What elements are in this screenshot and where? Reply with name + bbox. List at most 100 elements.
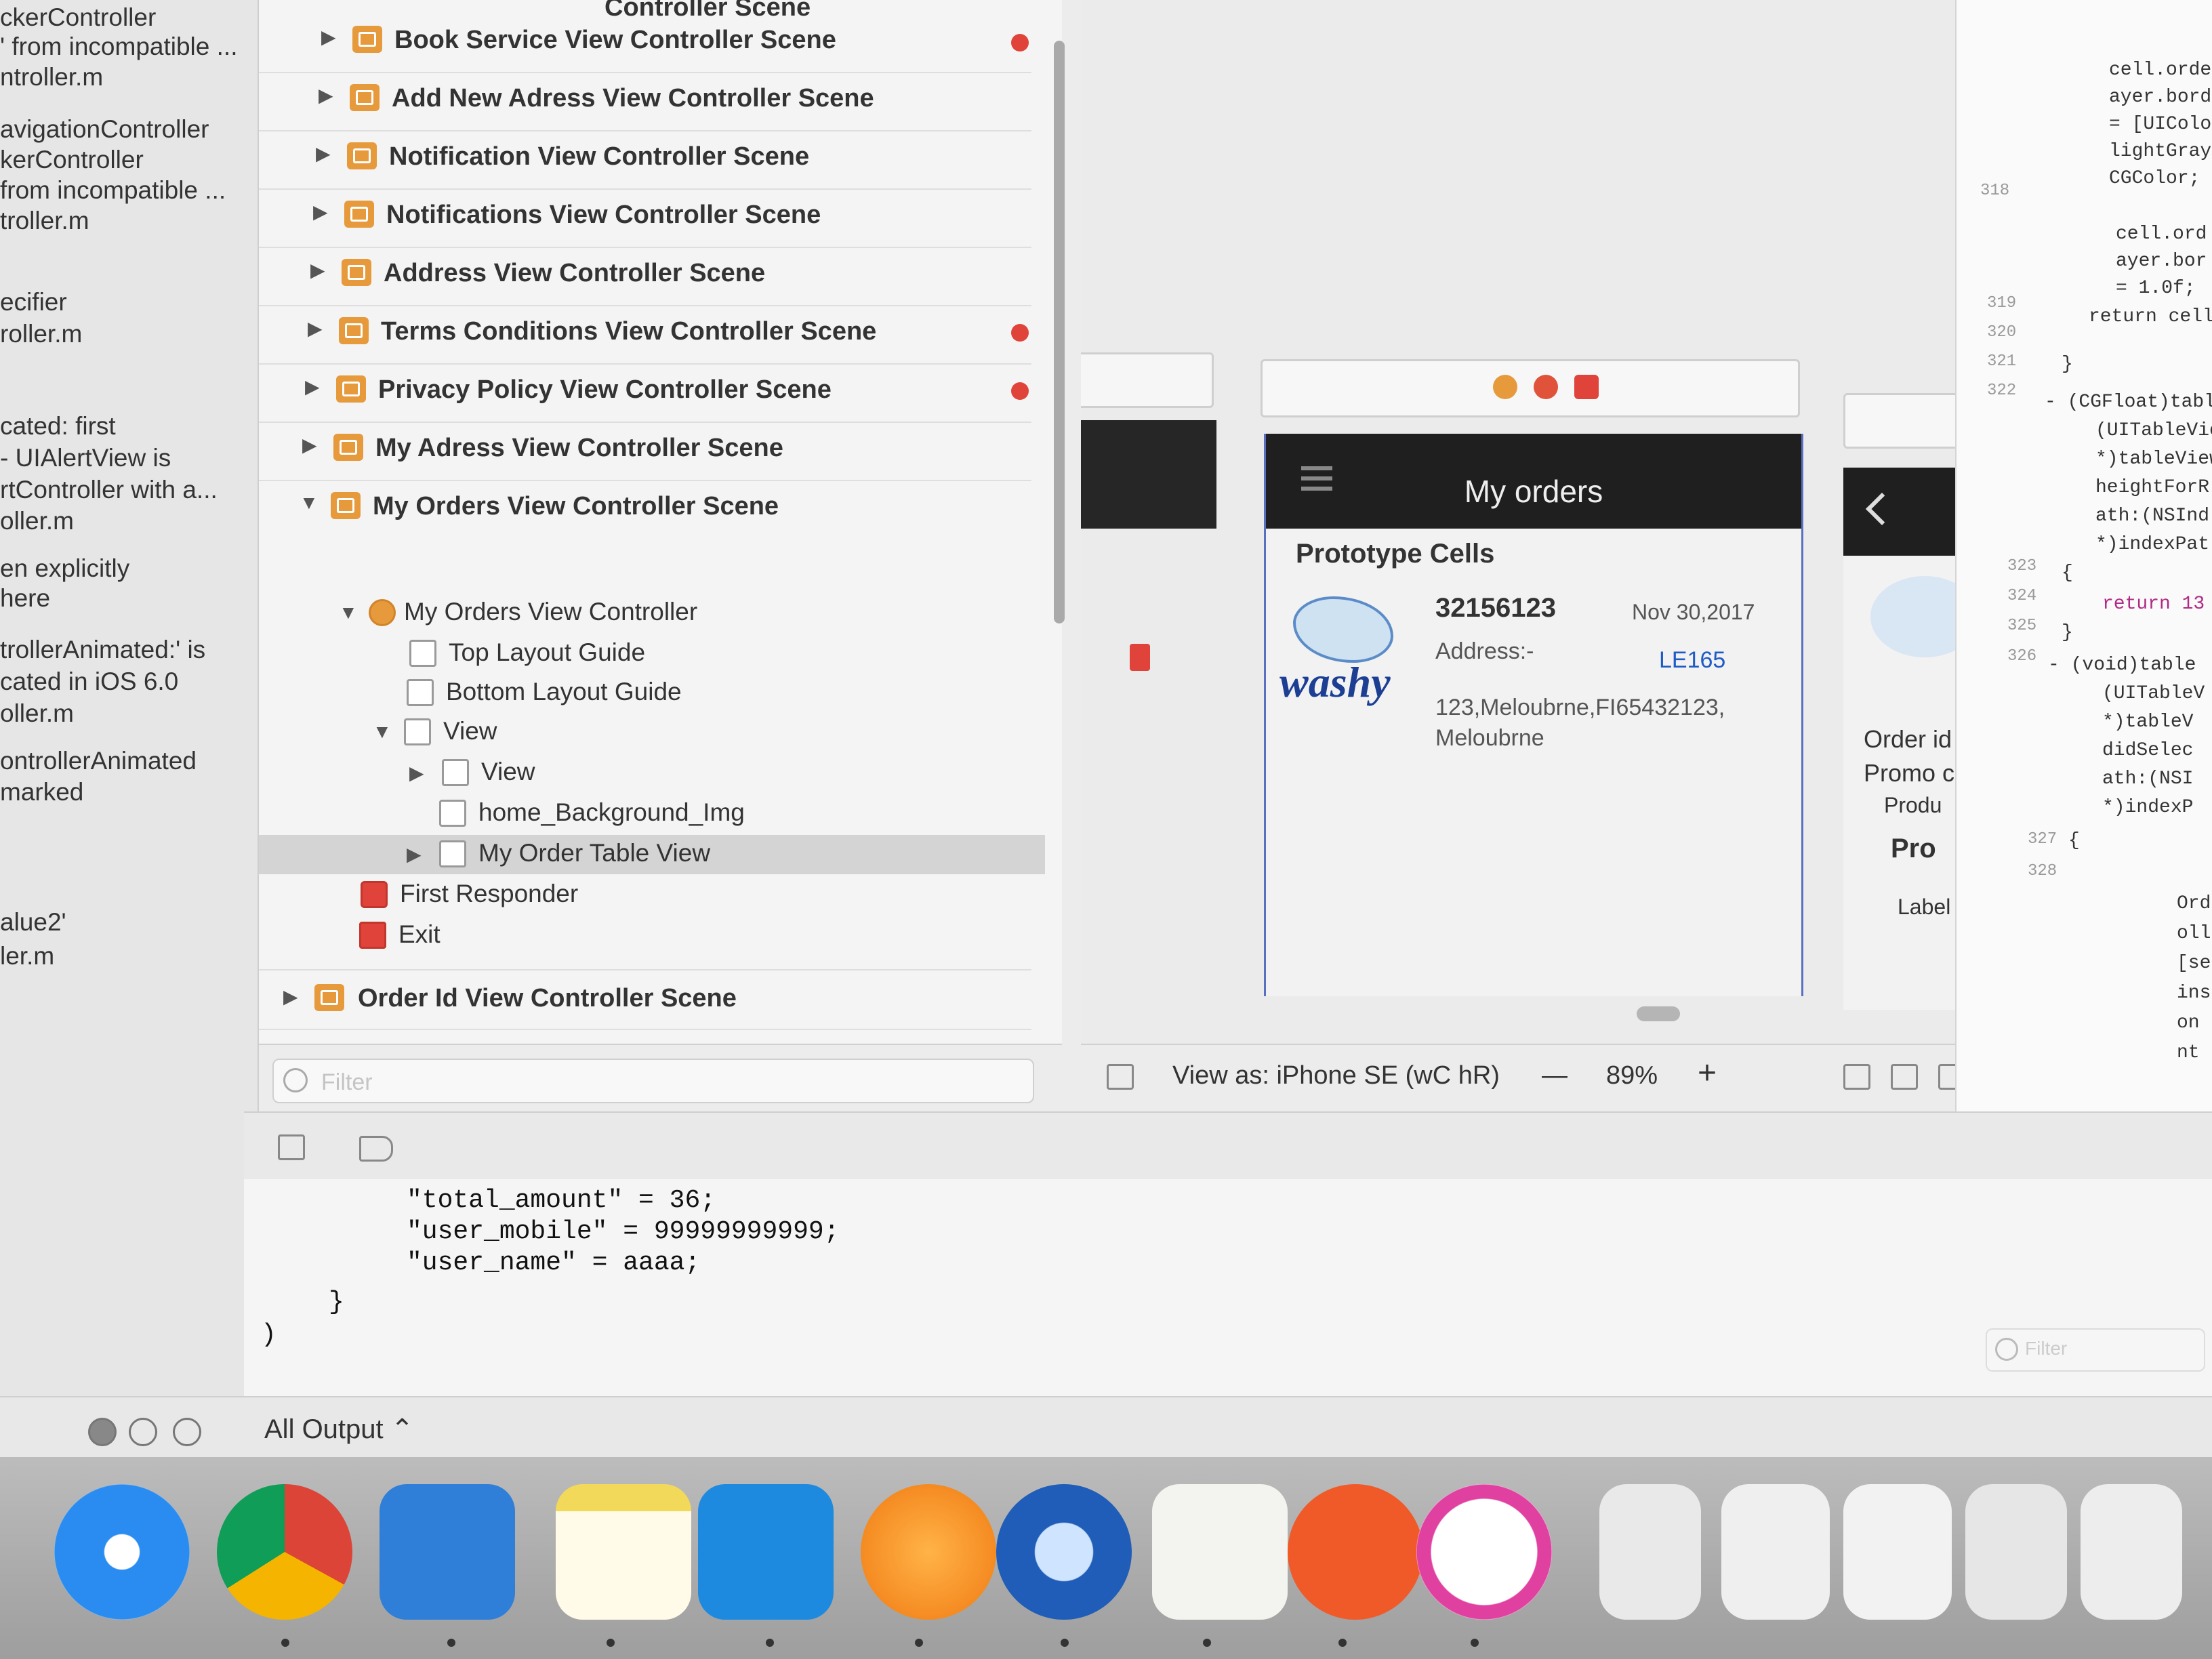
history-icon[interactable]: [129, 1418, 157, 1446]
issue-text[interactable]: rtController with a...: [0, 476, 218, 504]
embed-stack-icon[interactable]: [1843, 1064, 1870, 1090]
disclosure-triangle-icon[interactable]: ▶: [310, 259, 325, 281]
issue-text[interactable]: alue2': [0, 908, 66, 937]
issue-file[interactable]: roller.m: [0, 320, 82, 348]
issue-file[interactable]: oller.m: [0, 699, 74, 728]
issue-file[interactable]: oller.m: [0, 507, 74, 535]
disclosure-triangle-icon[interactable]: ▶: [305, 375, 320, 398]
notes-icon[interactable]: [556, 1484, 691, 1620]
minimized-window-thumbnail[interactable]: [1965, 1484, 2067, 1620]
my-orders-scene[interactable]: My orders Prototype Cells washy 32156123…: [1264, 434, 1803, 996]
issue-text[interactable]: cated: first: [0, 412, 116, 441]
prototype-cells-label: Prototype Cells: [1296, 539, 1495, 569]
issue-file[interactable]: ler.m: [0, 942, 54, 970]
minimized-window-thumbnail[interactable]: [2081, 1484, 2182, 1620]
disclosure-triangle-icon[interactable]: ▶: [409, 762, 424, 784]
disclosure-triangle-icon[interactable]: ▶: [283, 985, 298, 1008]
disclosure-triangle-icon[interactable]: ▶: [407, 843, 422, 865]
xcode-icon[interactable]: [698, 1484, 834, 1620]
chrome-icon[interactable]: [217, 1484, 352, 1620]
tree-item[interactable]: ▶ View: [259, 754, 1045, 793]
scene-row[interactable]: ▶ Add New Adress View Controller Scene: [259, 72, 1031, 131]
disclosure-triangle-open-icon[interactable]: ▼: [300, 492, 319, 514]
tree-item[interactable]: Exit: [259, 916, 1045, 956]
scene-row[interactable]: ▶ Notification View Controller Scene: [259, 130, 1031, 190]
issue-file[interactable]: troller.m: [0, 207, 89, 235]
scene-row[interactable]: ▶ Address View Controller Scene: [259, 247, 1031, 306]
breakpoint-toggle-icon[interactable]: [359, 1136, 393, 1162]
issue-text[interactable]: avigationController: [0, 115, 209, 144]
textedit-icon[interactable]: [1152, 1484, 1288, 1620]
issue-file[interactable]: ntroller.m: [0, 63, 103, 91]
console-filter-field[interactable]: Filter: [1986, 1328, 2205, 1372]
issue-text[interactable]: trollerAnimated:' is: [0, 636, 205, 664]
pixelmator-icon[interactable]: [1288, 1484, 1423, 1620]
zoom-out-button[interactable]: —: [1542, 1061, 1568, 1090]
issue-text[interactable]: kerController: [0, 146, 144, 174]
outline-filter-field[interactable]: Filter: [272, 1059, 1034, 1103]
issue-text[interactable]: here: [0, 584, 50, 613]
issue-text[interactable]: ckerController: [0, 3, 156, 32]
scene-row-expanded[interactable]: ▼ My Orders View Controller Scene: [259, 480, 1031, 538]
tree-item-selected[interactable]: ▶ My Order Table View: [259, 835, 1045, 874]
tree-item[interactable]: ▼ View: [259, 713, 1045, 752]
scene-row[interactable]: ▶ Notifications View Controller Scene: [259, 188, 1031, 248]
issue-text[interactable]: ' from incompatible ...: [0, 33, 237, 61]
disclosure-triangle-icon[interactable]: ▶: [308, 317, 323, 340]
warning-icon[interactable]: [1011, 324, 1029, 342]
issue-text[interactable]: marked: [0, 778, 83, 806]
issue-text[interactable]: ecifier: [0, 288, 67, 316]
disclosure-triangle-icon[interactable]: ▶: [313, 201, 328, 223]
back-chevron-icon[interactable]: [1865, 492, 1899, 526]
hide-debug-area-icon[interactable]: [278, 1134, 305, 1160]
issue-text[interactable]: from incompatible ...: [0, 176, 226, 205]
disclosure-triangle-icon[interactable]: ▶: [302, 434, 317, 456]
disclosure-triangle-icon[interactable]: ▶: [319, 84, 333, 106]
disclosure-triangle-icon[interactable]: ▶: [316, 142, 331, 165]
minimized-window-thumbnail[interactable]: [1843, 1484, 1952, 1620]
issue-text[interactable]: - UIAlertView is: [0, 444, 171, 472]
disclosure-triangle-open-icon[interactable]: ▼: [339, 602, 358, 623]
tree-item[interactable]: Bottom Layout Guide: [259, 674, 1045, 713]
scene-row[interactable]: ▶ My Adress View Controller Scene: [259, 422, 1031, 481]
outline-toggle-icon[interactable]: [1107, 1064, 1134, 1090]
order-prototype-cell[interactable]: washy 32156123 Nov 30,2017 Address:- LE1…: [1273, 583, 1795, 751]
align-icon[interactable]: [1891, 1064, 1918, 1090]
exit-icon[interactable]: [1574, 375, 1599, 399]
minimized-window-thumbnail[interactable]: [1599, 1484, 1701, 1620]
tree-item[interactable]: First Responder: [259, 876, 1045, 915]
storyboard-canvas[interactable]: My orders Prototype Cells washy 32156123…: [1081, 0, 2026, 1044]
view-controller-icon[interactable]: [1493, 375, 1517, 399]
scene-row[interactable]: ▶ Terms Conditions View Controller Scene: [259, 305, 1031, 365]
canvas-scrollbar[interactable]: [1637, 1006, 1680, 1021]
scene-row[interactable]: ▶ Order Id View Controller Scene: [259, 969, 1031, 1030]
clear-console-icon[interactable]: [88, 1418, 117, 1446]
warning-icon[interactable]: [1011, 382, 1029, 400]
code-editor[interactable]: 318 319 320 321 322 323 324 325 326 327 …: [1955, 0, 2212, 1111]
safari-icon[interactable]: [54, 1484, 190, 1620]
disclosure-triangle-open-icon[interactable]: ▼: [373, 721, 392, 743]
output-selector[interactable]: All Output ⌃: [264, 1414, 413, 1445]
zoom-in-button[interactable]: +: [1698, 1054, 1717, 1092]
minimized-window-thumbnail[interactable]: [1721, 1484, 1830, 1620]
outline-scrollbar[interactable]: [1054, 41, 1065, 623]
issue-text[interactable]: ontrollerAnimated: [0, 747, 197, 775]
issue-text[interactable]: en explicitly: [0, 554, 129, 583]
device-selector[interactable]: View as: iPhone SE (wC hR): [1172, 1061, 1500, 1090]
tree-item[interactable]: ▼ My Orders View Controller: [259, 594, 1045, 633]
info-icon[interactable]: [173, 1418, 201, 1446]
thunderbird-icon[interactable]: [996, 1484, 1132, 1620]
scene-row[interactable]: ▶ Book Service View Controller Scene: [259, 14, 1031, 73]
itunes-icon[interactable]: [1416, 1484, 1552, 1620]
first-responder-icon[interactable]: [1534, 375, 1558, 399]
trash-icon[interactable]: [1130, 644, 1150, 671]
disclosure-triangle-icon[interactable]: ▶: [321, 26, 336, 48]
issue-text[interactable]: cated in iOS 6.0: [0, 668, 178, 696]
sublime-icon[interactable]: [861, 1484, 996, 1620]
warning-icon[interactable]: [1011, 34, 1029, 52]
simulator-icon[interactable]: [380, 1484, 515, 1620]
tree-item[interactable]: Top Layout Guide: [259, 634, 1045, 674]
scene-row[interactable]: ▶ Privacy Policy View Controller Scene: [259, 363, 1031, 423]
tree-item[interactable]: home_Background_Img: [259, 794, 1045, 834]
debug-console[interactable]: "total_amount" = 36; "user_mobile" = 999…: [244, 1179, 2212, 1396]
